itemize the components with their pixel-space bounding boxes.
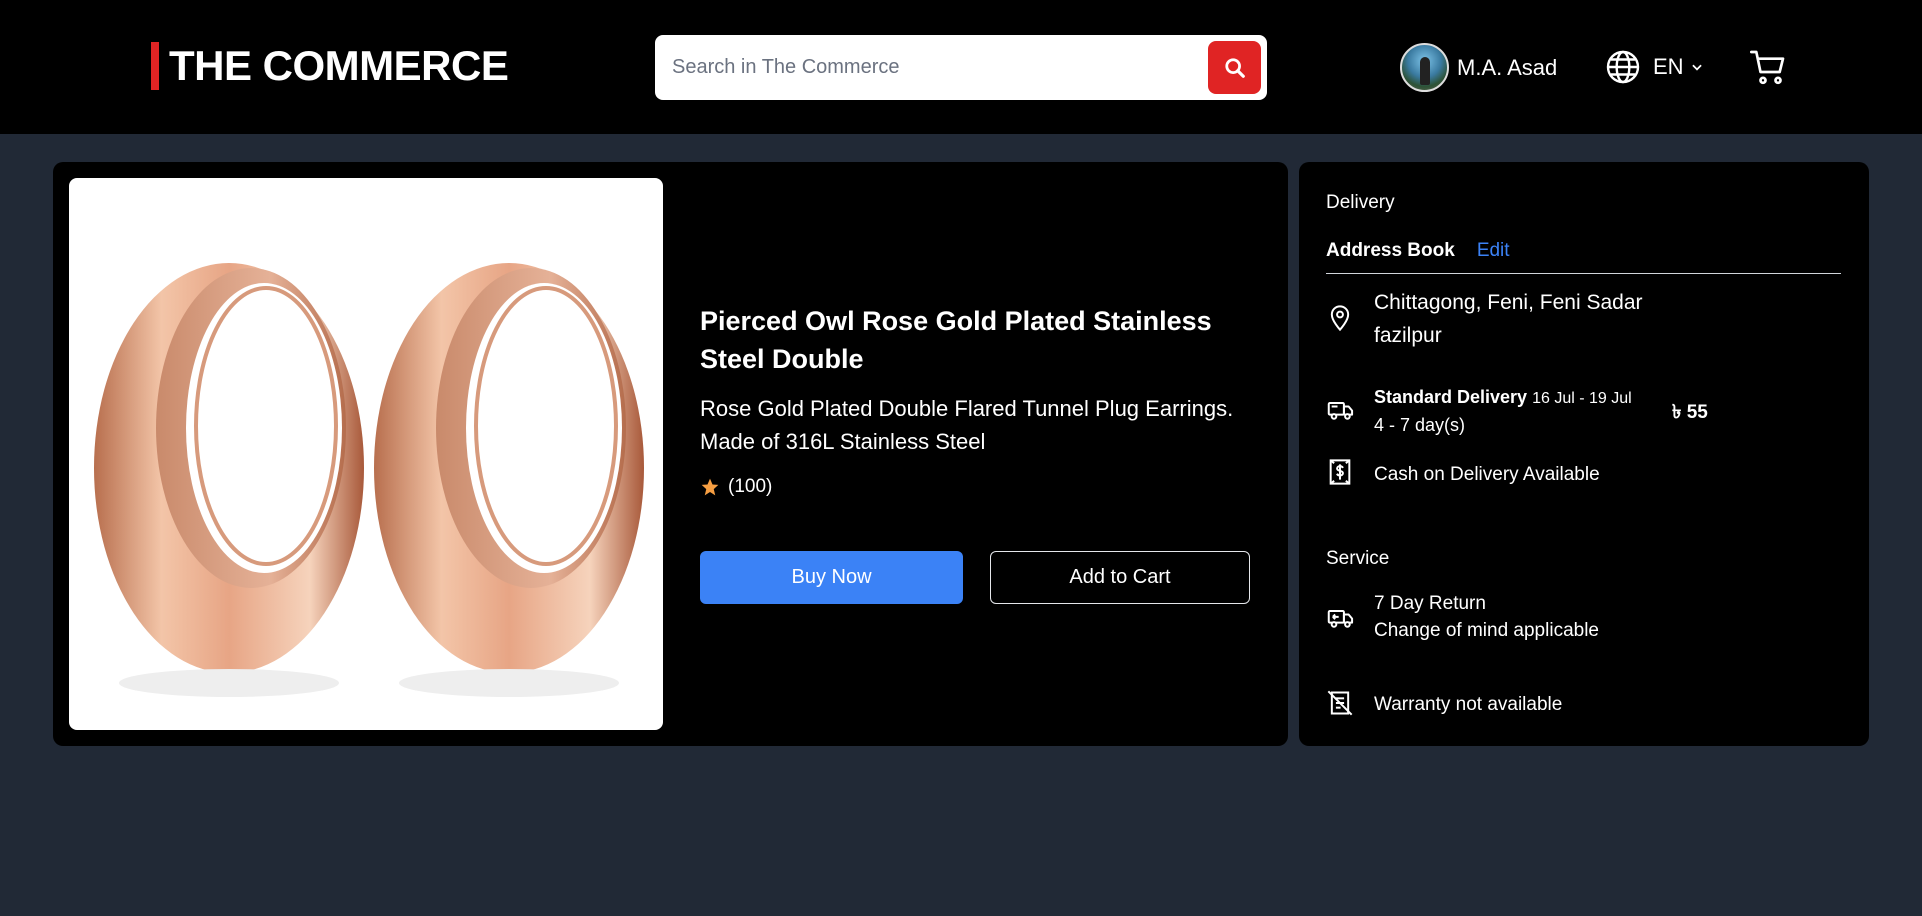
earrings-illustration <box>94 263 644 697</box>
user-account[interactable]: M.A. Asad <box>1400 43 1557 92</box>
cart-button[interactable] <box>1748 47 1788 87</box>
address-book-row: Address Book Edit <box>1326 240 1841 274</box>
globe-icon <box>1606 50 1640 84</box>
product-info: Pierced Owl Rose Gold Plated Stainless S… <box>700 302 1260 500</box>
search-button[interactable] <box>1208 41 1261 94</box>
cash-icon <box>1329 459 1351 485</box>
product-card: Pierced Owl Rose Gold Plated Stainless S… <box>53 162 1288 746</box>
delivery-heading: Delivery <box>1326 192 1395 213</box>
star-icon <box>701 478 719 496</box>
top-header: THE COMMERCE M.A. Asad EN <box>0 0 1922 134</box>
logo-accent-bar <box>151 42 159 90</box>
rating: (100) <box>700 474 1260 500</box>
address-book-label: Address Book <box>1326 240 1455 261</box>
buy-now-button[interactable]: Buy Now <box>700 551 963 604</box>
user-name: M.A. Asad <box>1457 54 1558 80</box>
return-info: 7 Day Return Change of mind applicable <box>1374 590 1599 644</box>
edit-address-link[interactable]: Edit <box>1477 240 1510 262</box>
address-line-2: fazilpur <box>1374 324 1442 347</box>
delivery-price: ৳ 55 <box>1672 402 1708 423</box>
truck-icon <box>1327 402 1354 420</box>
language-code: EN <box>1653 54 1684 79</box>
search-bar <box>655 35 1267 100</box>
return-title: 7 Day Return <box>1374 593 1486 614</box>
standard-delivery-title: Standard Delivery <box>1374 387 1528 407</box>
search-input[interactable] <box>655 35 1195 100</box>
delivery-address: Chittagong, Feni, Feni Sadar fazilpur <box>1374 286 1643 352</box>
standard-delivery-dates: 16 Jul - 19 Jul <box>1532 390 1632 407</box>
location-pin-icon <box>1330 305 1350 332</box>
standard-delivery-days: 4 - 7 day(s) <box>1374 415 1466 435</box>
service-heading: Service <box>1326 548 1390 569</box>
logo-text: THE COMMERCE <box>169 42 509 89</box>
add-to-cart-button[interactable]: Add to Cart <box>990 551 1250 604</box>
search-icon <box>1224 57 1245 78</box>
no-warranty-icon <box>1327 690 1353 716</box>
avatar <box>1400 43 1449 92</box>
product-description: Rose Gold Plated Double Flared Tunnel Pl… <box>700 396 1234 454</box>
delivery-panel: Delivery Address Book Edit Chittagong, F… <box>1299 162 1869 746</box>
product-title: Pierced Owl Rose Gold Plated Stainless S… <box>700 306 1212 374</box>
rating-count: (100) <box>728 476 773 497</box>
standard-delivery: Standard Delivery 16 Jul - 19 Jul 4 - 7 … <box>1374 384 1674 439</box>
return-truck-icon <box>1327 610 1354 628</box>
cod-text: Cash on Delivery Available <box>1374 464 1600 485</box>
chevron-down-icon <box>1691 64 1702 71</box>
language-selector[interactable]: EN <box>1605 48 1704 86</box>
cart-icon <box>1750 50 1785 85</box>
logo[interactable]: THE COMMERCE <box>151 42 509 90</box>
address-line-1: Chittagong, Feni, Feni Sadar <box>1374 291 1643 314</box>
return-subtitle: Change of mind applicable <box>1374 620 1599 641</box>
warranty-text: Warranty not available <box>1374 694 1563 715</box>
product-image[interactable] <box>69 178 663 730</box>
